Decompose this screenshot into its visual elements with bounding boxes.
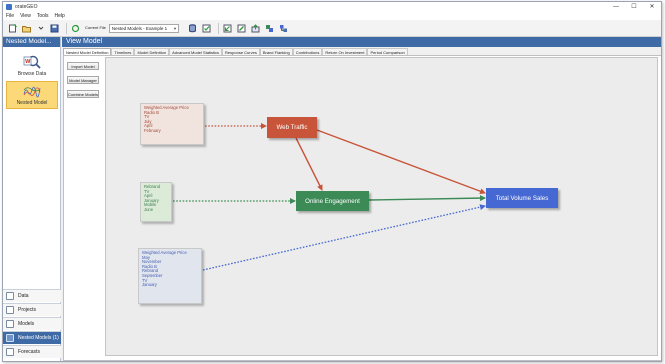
tab-brand-flanking[interactable]: Brand Flanking (259, 48, 293, 55)
browse-data-icon: W (23, 55, 41, 69)
import-model-button[interactable]: Import Model (67, 62, 99, 70)
total-volume-sales-node[interactable]: Total Volume Sales (486, 188, 558, 208)
import-arrow-icon (223, 24, 232, 32)
app-logo-icon (6, 4, 12, 10)
refresh-icon (71, 24, 80, 32)
browse-data-label: Browse Data (17, 71, 47, 77)
nav-item-label: Forecasts (18, 349, 40, 355)
source-variable: February (144, 127, 161, 133)
source-variable: June (144, 206, 154, 212)
tab-nested-model-definition[interactable]: Nested Model Definition (63, 48, 112, 55)
save-button[interactable] (49, 23, 60, 34)
save-disk-icon (50, 24, 59, 32)
network-icon (279, 24, 287, 32)
source-variable: January (142, 282, 157, 288)
left-panel: Nested Model... W Browse Data Nested Mod… (3, 37, 61, 361)
import-button[interactable] (222, 23, 233, 34)
database-button[interactable] (187, 23, 198, 34)
model-manager-button[interactable]: Model Manager (67, 76, 99, 84)
export-button[interactable] (250, 23, 261, 34)
online-engagement-node[interactable]: Online Engagement (296, 191, 369, 211)
chevron-down-icon: ▼ (172, 25, 177, 31)
nested-model-label: Nested Model (16, 100, 48, 106)
tab-response-curves[interactable]: Response Curves (222, 48, 260, 55)
left-panel-header: Nested Model... (3, 37, 60, 47)
current-file-select[interactable]: Nested Models - Example 1 ▼ (108, 23, 179, 33)
nav-item-nested-models[interactable]: Nested Models (1) (3, 331, 61, 344)
refresh-button[interactable] (70, 23, 81, 34)
title-bar: orateGEO — ☐ ✕ (3, 2, 661, 12)
nav-item-projects[interactable]: Projects (3, 303, 61, 316)
connector-source3-total (202, 204, 486, 271)
projects-icon (6, 306, 14, 314)
nav-item-label: Nested Models (1) (18, 335, 59, 341)
menu-bar: File View Tools Help (3, 12, 661, 20)
maximize-button[interactable]: ☐ (625, 2, 643, 12)
browse-data-tile[interactable]: W Browse Data (6, 51, 58, 79)
combine-models-button[interactable]: Combine Models (67, 90, 99, 98)
model-tools-button[interactable] (264, 23, 275, 34)
tab-content: Import Model Model Manager Combine Model… (63, 55, 661, 361)
tab-advanced-model-statistics[interactable]: Advanced Model Statistics (169, 48, 223, 55)
nav-item-models[interactable]: Models (3, 317, 61, 330)
nav-item-label: Projects (18, 307, 37, 313)
new-file-button[interactable] (7, 23, 18, 34)
dropdown-arrow-button[interactable] (35, 23, 46, 34)
nav-item-label: Data (18, 293, 29, 299)
source-variables-box[interactable]: Weighted Average Price Radio B TV July A… (140, 103, 204, 145)
close-button[interactable]: ✕ (643, 2, 661, 12)
forecasts-icon (6, 348, 14, 356)
nested-model-icon (23, 86, 41, 98)
svg-text:W: W (25, 59, 31, 65)
menu-view[interactable]: View (20, 13, 31, 19)
toolbar-separator (66, 22, 67, 34)
menu-tools[interactable]: Tools (37, 13, 49, 19)
view-header: View Model (62, 37, 661, 47)
chevron-down-icon (38, 26, 43, 30)
model-diagram-canvas[interactable]: Weighted Average Price Radio B TV July A… (105, 57, 658, 356)
new-file-icon (9, 23, 17, 32)
connector-web-traffic-online (295, 137, 323, 191)
menu-file[interactable]: File (6, 13, 14, 19)
source-variables-box[interactable]: Rebrand TV April January Mobile June (140, 182, 172, 222)
web-traffic-node[interactable]: Web Traffic (267, 117, 317, 138)
open-folder-icon (22, 25, 31, 32)
network-button[interactable] (278, 23, 289, 34)
current-file-label: Current File (85, 24, 106, 30)
checklist-button[interactable] (201, 23, 212, 34)
connector-online-total (368, 195, 486, 202)
window-title: orateGEO (15, 4, 38, 10)
nested-model-tile[interactable]: Nested Model (6, 81, 58, 109)
nested-models-icon (6, 334, 14, 342)
toolbar: Current File Nested Models - Example 1 ▼ (3, 20, 661, 37)
source-variables-box[interactable]: Weighted Average Price May November Radi… (138, 248, 202, 304)
models-icon (6, 320, 14, 328)
nav-item-label: Models (18, 321, 35, 327)
tab-model-definition[interactable]: Model Definition (134, 48, 170, 55)
tab-contributions[interactable]: Contributions (292, 48, 323, 55)
tab-return-on-investment[interactable]: Return On Investment (322, 48, 368, 55)
menu-help[interactable]: Help (55, 13, 65, 19)
connector-web-traffic-total (316, 129, 486, 195)
current-file-value: Nested Models - Example 1 (111, 25, 168, 31)
data-icon (6, 292, 14, 300)
nav-item-data[interactable]: Data (3, 289, 61, 302)
tab-strip: Nested Model Definition Timelines Model … (63, 48, 408, 55)
export-icon (251, 23, 260, 32)
model-tools-icon (265, 24, 273, 32)
tab-timelines[interactable]: Timelines (111, 48, 135, 55)
edit-button[interactable] (236, 23, 247, 34)
database-icon (188, 23, 196, 32)
app-window: orateGEO — ☐ ✕ File View Tools Help Curr… (2, 1, 662, 362)
tab-period-comparison[interactable]: Period Comparison (367, 48, 408, 55)
edit-pencil-icon (237, 24, 246, 32)
nav-item-forecasts[interactable]: Forecasts (3, 345, 61, 358)
toolbar-separator (217, 22, 219, 34)
checklist-icon (202, 24, 211, 32)
open-file-button[interactable] (21, 23, 32, 34)
minimize-button[interactable]: — (607, 2, 625, 12)
